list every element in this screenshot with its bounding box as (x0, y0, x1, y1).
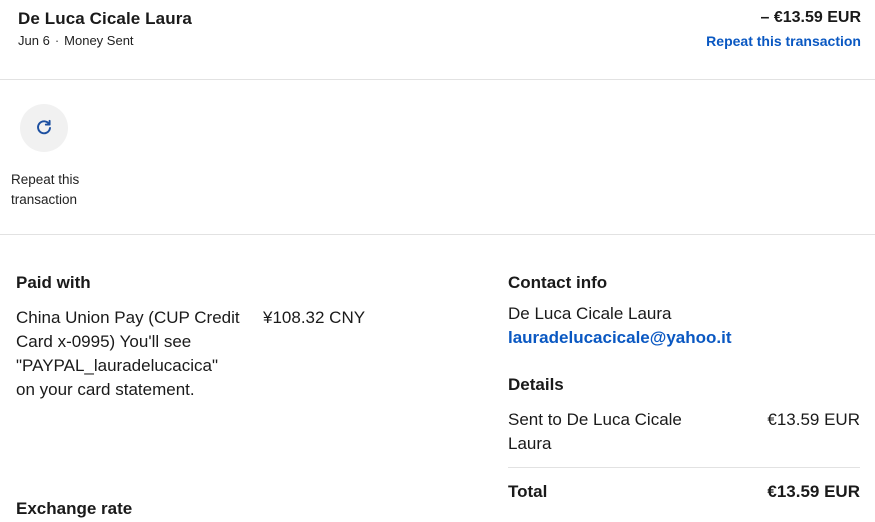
contact-name: De Luca Cicale Laura (508, 304, 672, 323)
transaction-date: Jun 6 (18, 33, 50, 48)
paid-with-heading: Paid with (16, 273, 91, 292)
contact-info-heading: Contact info (508, 273, 608, 292)
sent-amount: €13.59 EUR (767, 410, 860, 429)
recipient-name: De Luca Cicale Laura (18, 9, 192, 28)
refresh-icon (37, 119, 51, 135)
total-amount: €13.59 EUR (767, 482, 860, 501)
repeat-transaction-button[interactable] (20, 104, 68, 152)
total-label: Total (508, 482, 548, 501)
transaction-header: De Luca Cicale Laura Jun 6 · Money Sent – … (0, 0, 875, 80)
details-divider (508, 467, 860, 468)
meta-separator: · (54, 33, 60, 48)
sent-to-label: Sent to De Luca Cicale Laura (508, 410, 682, 453)
contact-email-link[interactable]: lauradelucacicale@yahoo.it (508, 326, 732, 350)
details-heading: Details (508, 375, 564, 394)
actions-bar: Repeat this transaction (0, 80, 875, 235)
repeat-transaction-label[interactable]: Repeat this transaction (11, 170, 111, 210)
payment-method-description: China Union Pay (CUP Credit Card x-0995)… (16, 306, 241, 402)
repeat-transaction-link[interactable]: Repeat this transaction (706, 33, 861, 49)
transaction-type: Money Sent (64, 33, 134, 48)
transaction-amount: – €13.59 EUR (760, 9, 861, 26)
transaction-meta: Jun 6 · Money Sent (18, 33, 134, 48)
exchange-rate-heading: Exchange rate (16, 499, 133, 518)
paid-amount: ¥108.32 CNY (263, 308, 366, 327)
